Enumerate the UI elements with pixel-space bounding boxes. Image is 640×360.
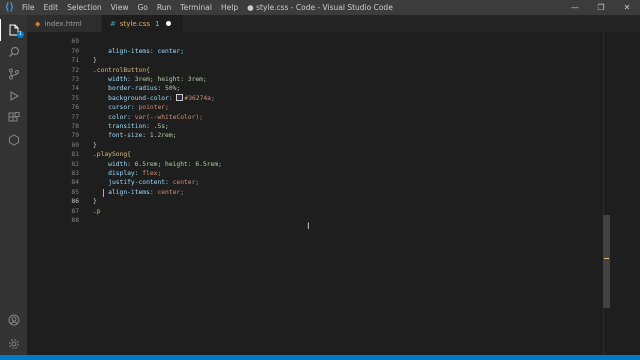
menu-run[interactable]: Run [157, 0, 171, 15]
code-line: 71 .controlButton{ [27, 47, 610, 73]
maximize-button[interactable]: ❐ [588, 0, 614, 15]
code-line: 81 width: 6.5rem; height: 6.5rem; [27, 141, 610, 167]
tab-index-html[interactable]: ◆ index.html [27, 15, 102, 32]
menu-view[interactable]: View [111, 0, 129, 15]
explorer-badge: 1 [17, 31, 24, 38]
code-line: 87 [27, 197, 610, 215]
code-line: 74 background-color: #36274a; [27, 75, 610, 101]
menu-help[interactable]: Help [221, 0, 238, 15]
code-line: 84 align-items: center; [27, 169, 610, 195]
vscode-window: ⟨⟩ File Edit Selection View Go Run Termi… [0, 0, 640, 360]
scrollbar-thumb[interactable] [603, 215, 610, 308]
files-icon[interactable]: 1 [0, 19, 27, 41]
menu-go[interactable]: Go [137, 0, 147, 15]
account-icon[interactable] [0, 309, 27, 331]
line-number: 88 [71, 217, 79, 224]
text-cursor [103, 188, 104, 197]
tab-problem-count: 1 [155, 19, 160, 28]
settings-gear-icon[interactable] [0, 333, 27, 355]
code-line-current: 86 .p [27, 188, 610, 215]
source-control-icon[interactable] [0, 63, 27, 85]
window-controls: — ❐ ✕ [562, 0, 640, 15]
code-line: 78 font-size: 1.2rem; [27, 113, 610, 139]
tab-style-css[interactable]: # style.css 1 [102, 15, 184, 32]
remote-icon[interactable] [0, 129, 27, 151]
code-line: 83 justify-content: center; [27, 160, 610, 186]
minimize-button[interactable]: — [562, 0, 588, 15]
extensions-icon[interactable] [0, 107, 27, 129]
menu-selection[interactable]: Selection [67, 0, 102, 15]
code-line: 85 } [27, 178, 610, 205]
code-line: 77 transition: .5s; [27, 103, 610, 130]
code-line: 76 color: var(--whiteColor); [27, 94, 610, 120]
mouse-ibeam-icon: I [307, 222, 310, 232]
code-editor[interactable]: 69 align-items: center; 70 } 71 .control… [27, 32, 610, 355]
code-line: 80 .playSong{ [27, 131, 610, 158]
menu-file[interactable]: File [22, 0, 35, 15]
tab-bar: ◆ index.html # style.css 1 [27, 15, 640, 32]
menu-bar: File Edit Selection View Go Run Terminal… [22, 0, 247, 15]
search-icon[interactable] [0, 41, 27, 63]
html-file-icon: ◆ [35, 19, 41, 28]
code-line: 75 cursor: pointer; [27, 84, 610, 111]
scrollbar-marker [604, 258, 609, 259]
menu-edit[interactable]: Edit [44, 0, 59, 15]
menu-terminal[interactable]: Terminal [180, 0, 212, 15]
code-line: 70 } [27, 37, 610, 64]
css-file-icon: # [110, 19, 116, 28]
code-line: 82 display: flex; [27, 150, 610, 177]
code-line: 72 width: 3rem; height: 3rem; [27, 56, 610, 83]
run-debug-icon[interactable] [0, 85, 27, 107]
code-line: 88 [27, 207, 610, 224]
tab-label: index.html [44, 19, 82, 28]
unsaved-dot-icon[interactable] [165, 21, 171, 26]
close-button[interactable]: ✕ [614, 0, 640, 15]
title-bar: ⟨⟩ File Edit Selection View Go Run Termi… [0, 0, 640, 15]
activity-bar: 1 [0, 15, 27, 355]
code-line: 79 } [27, 122, 610, 148]
vscode-logo-icon: ⟨⟩ [4, 2, 15, 13]
code-line: 73 border-radius: 50%; [27, 66, 610, 92]
status-bar [0, 355, 640, 360]
tab-label: style.css [119, 19, 151, 28]
